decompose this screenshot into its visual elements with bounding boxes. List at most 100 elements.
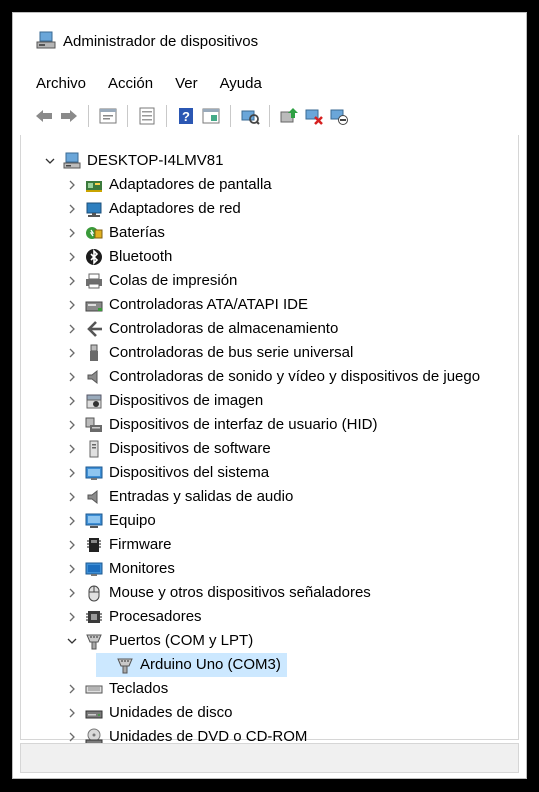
tree-item-label: Firmware [109, 536, 172, 553]
tree-item-label: Entradas y salidas de audio [109, 488, 294, 505]
mouse-icon [84, 583, 104, 603]
tree-item-equipo[interactable]: Equipo [65, 509, 156, 533]
chevron-right-icon[interactable] [65, 226, 79, 240]
status-bar [20, 743, 519, 773]
tree-item-arduino-uno-com3[interactable]: Arduino Uno (COM3) [96, 653, 287, 677]
printer-icon [84, 271, 104, 291]
computer-icon [62, 151, 82, 171]
title-bar: Administrador de dispositivos [13, 13, 526, 69]
chevron-right-icon[interactable] [65, 730, 79, 744]
software-device-icon [84, 439, 104, 459]
update-driver-icon[interactable] [278, 105, 300, 127]
tree-item-controladoras-ata-atapi-ide[interactable]: Controladoras ATA/ATAPI IDE [65, 293, 308, 317]
chevron-right-icon[interactable] [65, 346, 79, 360]
disk-drive-icon [84, 703, 104, 723]
tree-item-dispositivos-de-interfaz-de-usuario-hid[interactable]: Dispositivos de interfaz de usuario (HID… [65, 413, 377, 437]
tree-item-baterias[interactable]: Baterías [65, 221, 165, 245]
camera-icon [84, 391, 104, 411]
tree-item-unidades-de-disco[interactable]: Unidades de disco [65, 701, 232, 725]
usb-icon [84, 343, 104, 363]
tree-item-bluetooth[interactable]: Bluetooth [65, 245, 172, 269]
hid-icon [84, 415, 104, 435]
tree-item-label: Controladoras de almacenamiento [109, 320, 339, 337]
device-manager-icon [35, 31, 57, 51]
chevron-right-icon[interactable] [65, 370, 79, 384]
tree-item-firmware[interactable]: Firmware [65, 533, 172, 557]
back-icon[interactable] [33, 105, 55, 127]
chevron-down-icon[interactable] [65, 634, 79, 648]
tree-item-mouse-y-otros-dispositivos-senaladores[interactable]: Mouse y otros dispositivos señaladores [65, 581, 371, 605]
chevron-right-icon[interactable] [65, 322, 79, 336]
chevron-right-icon[interactable] [65, 682, 79, 696]
chevron-right-icon[interactable] [65, 394, 79, 408]
chevron-right-icon[interactable] [65, 538, 79, 552]
tree-item-colas-de-impresion[interactable]: Colas de impresión [65, 269, 237, 293]
chevron-right-icon[interactable] [65, 202, 79, 216]
computer-icon [84, 511, 104, 531]
menu-accion[interactable]: Acción [108, 75, 153, 92]
tree-item-controladoras-de-sonido-y-video-y-dispositivos-de-juego[interactable]: Controladoras de sonido y vídeo y dispos… [65, 365, 480, 389]
device-manager-window: Administrador de dispositivos Archivo Ac… [12, 12, 527, 779]
device-tree[interactable]: DESKTOP-I4LMV81 Adaptadores de pantalla Ad… [20, 135, 519, 746]
tree-item-label: Controladoras ATA/ATAPI IDE [109, 296, 308, 313]
disable-device-icon[interactable] [328, 105, 350, 127]
tree-item-dispositivos-de-imagen[interactable]: Dispositivos de imagen [65, 389, 263, 413]
tree-item-label: Dispositivos de software [109, 440, 271, 457]
chevron-right-icon[interactable] [65, 706, 79, 720]
menu-archivo[interactable]: Archivo [36, 75, 86, 92]
chevron-right-icon[interactable] [65, 298, 79, 312]
chevron-right-icon[interactable] [65, 274, 79, 288]
tree-item-label: Adaptadores de red [109, 200, 241, 217]
processor-icon [84, 607, 104, 627]
chevron-right-icon[interactable] [65, 250, 79, 264]
keyboard-icon [84, 679, 104, 699]
tree-root[interactable]: DESKTOP-I4LMV81 [43, 149, 223, 173]
tree-item-label: Dispositivos de imagen [109, 392, 264, 409]
toolbar-separator [166, 105, 167, 127]
chevron-right-icon[interactable] [65, 514, 79, 528]
chevron-right-icon[interactable] [65, 178, 79, 192]
tree-item-adaptadores-de-pantalla[interactable]: Adaptadores de pantalla [65, 173, 272, 197]
chevron-right-icon[interactable] [65, 418, 79, 432]
scan-hardware-icon[interactable] [239, 105, 261, 127]
menu-ayuda[interactable]: Ayuda [220, 75, 262, 92]
tree-item-procesadores[interactable]: Procesadores [65, 605, 202, 629]
tree-item-puertos-com-y-lpt[interactable]: Puertos (COM y LPT) [65, 629, 253, 653]
tree-item-dispositivos-del-sistema[interactable]: Dispositivos del sistema [65, 461, 269, 485]
port-icon [84, 631, 104, 651]
uninstall-device-icon[interactable] [303, 105, 325, 127]
chevron-right-icon[interactable] [65, 442, 79, 456]
chevron-right-icon[interactable] [65, 610, 79, 624]
tree-item-entradas-y-salidas-de-audio[interactable]: Entradas y salidas de audio [65, 485, 293, 509]
chevron-right-icon[interactable] [65, 562, 79, 576]
tree-item-monitores[interactable]: Monitores [65, 557, 175, 581]
chevron-right-icon[interactable] [65, 586, 79, 600]
toolbar-separator [88, 105, 89, 127]
firmware-icon [84, 535, 104, 555]
chevron-down-icon[interactable] [43, 154, 57, 168]
svg-text:?: ? [182, 109, 190, 124]
properties-icon[interactable] [97, 105, 119, 127]
menu-ver[interactable]: Ver [175, 75, 198, 92]
forward-icon[interactable] [58, 105, 80, 127]
tree-item-controladoras-de-bus-serie-universal[interactable]: Controladoras de bus serie universal [65, 341, 353, 365]
menu-bar: Archivo Acción Ver Ayuda [13, 69, 526, 97]
tree-item-controladoras-de-almacenamiento[interactable]: Controladoras de almacenamiento [65, 317, 338, 341]
tree-item-teclados[interactable]: Teclados [65, 677, 168, 701]
tree-item-label: Equipo [109, 512, 156, 529]
view-icon[interactable] [136, 105, 158, 127]
tree-item-label: Dispositivos de interfaz de usuario (HID… [109, 416, 378, 433]
monitor-icon [84, 559, 104, 579]
toolbar-separator [269, 105, 270, 127]
chevron-right-icon[interactable] [65, 490, 79, 504]
speaker-icon [84, 367, 104, 387]
tree-item-dispositivos-de-software[interactable]: Dispositivos de software [65, 437, 271, 461]
help-icon[interactable]: ? [175, 105, 197, 127]
tree-item-adaptadores-de-red[interactable]: Adaptadores de red [65, 197, 241, 221]
tree-item-label: Controladoras de bus serie universal [109, 344, 354, 361]
audio-io-icon [84, 487, 104, 507]
tree-item-label: Monitores [109, 560, 175, 577]
battery-icon [84, 223, 104, 243]
show-hidden-icon[interactable] [200, 105, 222, 127]
chevron-right-icon[interactable] [65, 466, 79, 480]
